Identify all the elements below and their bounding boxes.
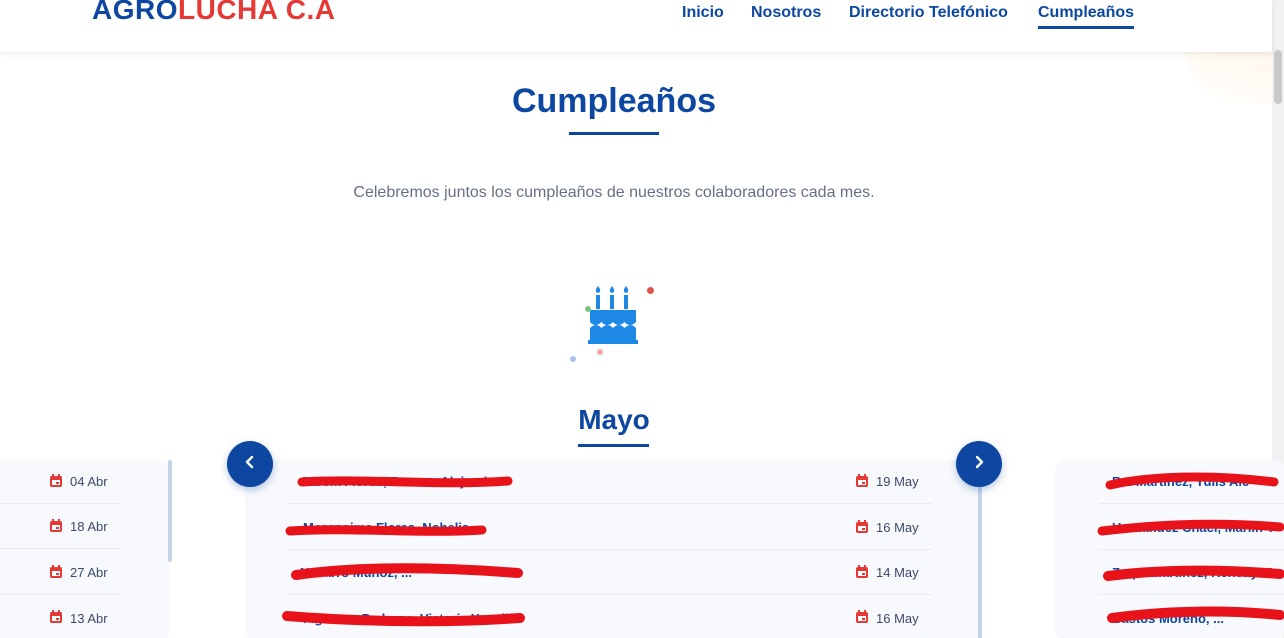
nav-cumpleanos[interactable]: Cumpleaños [1038, 4, 1135, 29]
birthday-date: 13 Abr [50, 610, 108, 626]
birthday-row: 13 Abr [0, 596, 120, 638]
birthday-date: 18 Abr [50, 518, 108, 535]
prev-month-card: 04 Abr 18 Abr 27 Abr 13 Abr [0, 460, 172, 638]
birthday-date: 27 Abr [50, 564, 108, 581]
employee-name: Hernández Chací, Marlin Y [1112, 520, 1276, 535]
calendar-icon [50, 610, 62, 626]
brand-part-2: LUCHA C.A [178, 0, 336, 25]
birthday-date-text: 19 May [876, 474, 919, 489]
calendar-icon [856, 473, 868, 490]
next-month-card: B... Martínez, Yulis Ale Hernández Chací… [1055, 460, 1284, 638]
page-scrollbar-thumb[interactable] [1274, 50, 1282, 104]
page-subtitle: Celebremos juntos los cumpleaños de nues… [353, 184, 875, 201]
employee-name: Zerpa Martínez, Kenedy M [1112, 565, 1273, 580]
birthday-row: Morocoima Flores, Nohelia 16 May [290, 506, 932, 550]
birthday-row: Zerpa Martínez, Kenedy M [1099, 551, 1284, 595]
birthday-row: Navarro Muñoz, ... 14 May [290, 551, 932, 595]
employee-name: Bastos Moreno, ... [1112, 610, 1224, 626]
brand-logo[interactable]: AGROLUCHA C.A [92, 0, 335, 26]
birthday-date-text: 27 Abr [70, 565, 108, 580]
employee-name: Morocoima Flores, Nohelia [303, 520, 470, 535]
employee-name: García Flores, Rosana Alejandra [300, 474, 500, 489]
current-month-card: García Flores, Rosana Alejandra 19 May M… [245, 460, 982, 638]
confetti-dot [647, 287, 654, 294]
birthday-row: 27 Abr [0, 551, 120, 595]
birthday-date: 16 May [856, 519, 919, 536]
birthday-date-text: 04 Abr [70, 474, 108, 489]
birthday-date-text: 16 May [876, 610, 919, 626]
confetti-dot [570, 356, 576, 362]
page-title: Cumpleaños [511, 82, 717, 120]
carousel-prev-button[interactable] [227, 441, 273, 487]
calendar-icon [856, 610, 868, 626]
month-title: Mayo [578, 404, 650, 435]
title-underline [569, 132, 659, 135]
birthday-row: Bastos Moreno, ... [1099, 596, 1284, 638]
birthday-date-text: 16 May [876, 520, 919, 535]
top-navbar: AGROLUCHA C.A Inicio Nosotros Directorio… [0, 0, 1272, 52]
calendar-icon [856, 564, 868, 581]
birthday-row: García Flores, Rosana Alejandra 19 May [290, 460, 932, 504]
brand-part-1: AGRO [92, 0, 178, 25]
employee-name: Navarro Muñoz, ... [300, 565, 412, 580]
chevron-right-icon [972, 455, 986, 474]
birthday-row: 04 Abr [0, 460, 120, 504]
birthday-cake-icon [586, 284, 642, 346]
chevron-left-icon [243, 455, 257, 474]
employee-name: B... Martínez, Yulis Ale [1112, 474, 1250, 489]
birthday-row: 18 Abr [0, 505, 120, 549]
birthday-row: Figueroa Pedrozo, Victoria Yaneilin 16 M… [290, 596, 932, 638]
nav-nosotros[interactable]: Nosotros [751, 4, 821, 22]
birthday-date: 19 May [856, 473, 919, 490]
birthday-date-text: 13 Abr [70, 610, 108, 626]
card-scrollbar[interactable] [168, 460, 172, 562]
nav-inicio[interactable]: Inicio [682, 4, 724, 22]
calendar-icon [856, 519, 868, 536]
confetti-dot [597, 349, 603, 355]
birthday-date-text: 14 May [876, 565, 919, 580]
confetti-dot [585, 306, 591, 312]
calendar-icon [50, 473, 62, 490]
birthday-date-text: 18 Abr [70, 519, 108, 534]
birthday-date: 16 May [856, 610, 919, 626]
month-underline [578, 444, 649, 447]
calendar-icon [50, 518, 62, 535]
calendar-icon [50, 564, 62, 581]
carousel-next-button[interactable] [956, 441, 1002, 487]
birthday-date: 14 May [856, 564, 919, 581]
employee-name: Figueroa Pedrozo, Victoria Yaneilin [303, 610, 520, 626]
birthday-row: B... Martínez, Yulis Ale [1099, 460, 1284, 504]
birthday-date: 04 Abr [50, 473, 108, 490]
birthday-row: Hernández Chací, Marlin Y [1099, 506, 1284, 550]
nav-directorio-telefonico[interactable]: Directorio Telefónico [849, 4, 1008, 22]
